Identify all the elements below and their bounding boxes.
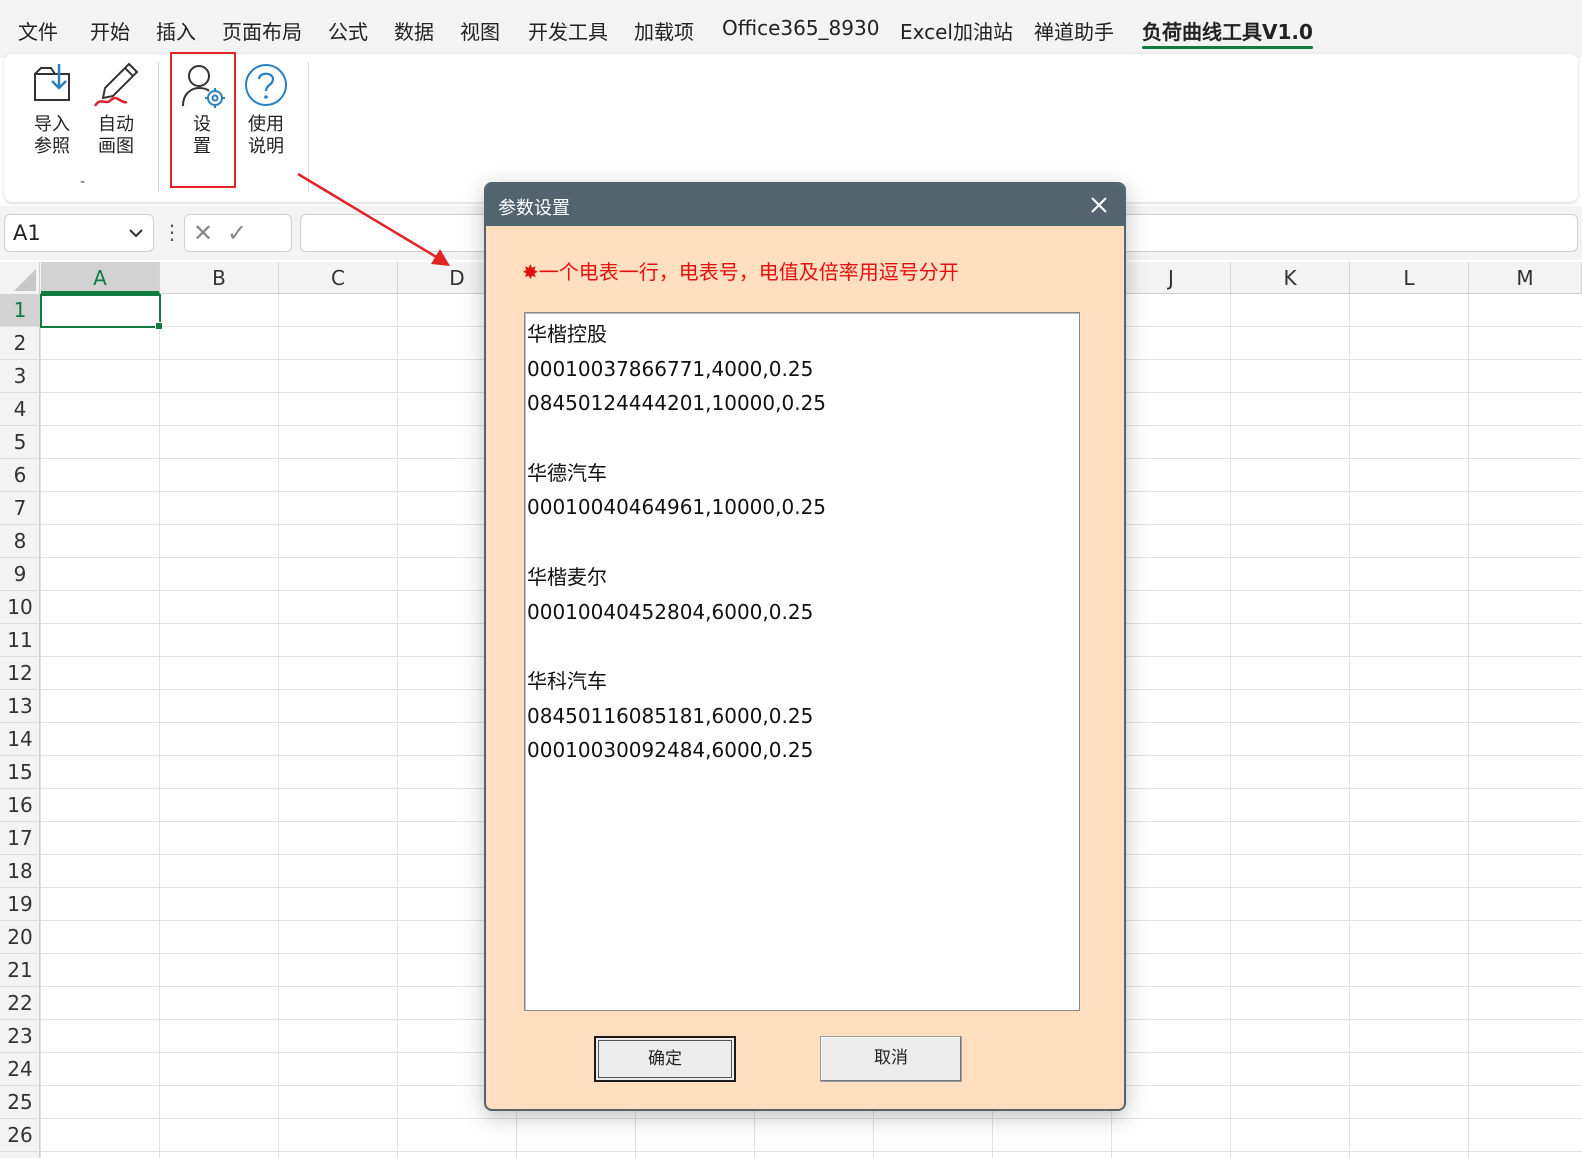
dialog-hint: ✸一个电表一行，电表号，电值及倍率用逗号分开 [522,256,959,285]
import-icon [22,60,82,110]
auto-draw-button[interactable]: 自动 画图 [86,60,146,158]
row-header[interactable]: 15 [0,756,40,789]
text-line [527,421,1077,456]
tab-home[interactable]: 开始 [90,16,130,45]
column-header[interactable]: J [1112,262,1231,294]
column-header[interactable]: M [1469,262,1582,294]
row-header[interactable]: 9 [0,558,40,591]
row-header[interactable]: 26 [0,1119,40,1152]
row-header[interactable]: 1 [0,294,40,327]
chevron-down-icon[interactable] [127,223,145,247]
select-all-corner[interactable] [0,262,40,294]
row-header[interactable]: 4 [0,393,40,426]
tab-file[interactable]: 文件 [18,16,58,45]
row-header[interactable]: 21 [0,954,40,987]
dialog-title-bar[interactable]: 参数设置 [486,184,1124,226]
import-reference-button[interactable]: 导入 参照 [22,60,82,158]
text-line: 08450124444201,10000,0.25 [527,391,827,416]
text-line: 00010037866771,4000,0.25 [527,356,814,381]
tab-formulas[interactable]: 公式 [328,16,368,45]
row-header[interactable]: 5 [0,426,40,459]
menu-bar: 文件 开始 插入 页面布局 公式 数据 视图 开发工具 加载项 Office36… [0,0,1582,58]
row-header[interactable]: 3 [0,360,40,393]
tab-office365[interactable]: Office365_8930 [722,16,879,40]
enter-icon[interactable]: ✓ [227,219,247,247]
help-icon [236,60,296,110]
text-line: 08450116085181,6000,0.25 [527,703,814,728]
row-header[interactable]: 14 [0,723,40,756]
text-line: 00010040464961,10000,0.25 [527,495,827,520]
user-settings-icon [172,60,232,110]
text-line: 华德汽车 [527,460,607,485]
dialog-title: 参数设置 [498,198,570,219]
tab-data[interactable]: 数据 [394,16,434,45]
tab-excel-station[interactable]: Excel加油站 [900,16,1013,45]
row-header[interactable]: 23 [0,1020,40,1053]
tab-insert[interactable]: 插入 [156,16,196,45]
text-line: 00010040452804,6000,0.25 [527,599,814,624]
ok-button[interactable]: 确定 [594,1036,736,1082]
meter-config-textarea[interactable]: 华楷控股 00010037866771,4000,0.25 0845012444… [524,312,1080,1011]
row-header[interactable]: 25 [0,1086,40,1119]
dialog-hint-text: 一个电表一行，电表号，电值及倍率用逗号分开 [538,260,959,284]
column-header[interactable]: L [1350,262,1469,294]
row-header[interactable]: 12 [0,657,40,690]
tab-addins[interactable]: 加载项 [634,16,694,45]
settings-button[interactable]: 设 置 [172,60,232,158]
text-line: 华楷控股 [527,322,607,346]
tab-developer[interactable]: 开发工具 [528,16,608,45]
name-box[interactable]: A1 [4,214,154,252]
active-cell[interactable] [40,294,163,330]
help-label: 使用 说明 [248,114,284,157]
cancel-button[interactable]: 取消 [820,1036,962,1082]
text-line: 00010030092484,6000,0.25 [527,738,814,763]
text-line [527,629,1077,664]
auto-draw-label: 自动 画图 [98,114,134,157]
import-reference-label: 导入 参照 [34,114,70,157]
row-header[interactable]: 16 [0,789,40,822]
row-header[interactable]: 11 [0,624,40,657]
row-header[interactable]: 8 [0,525,40,558]
row-header[interactable]: 6 [0,459,40,492]
group-label: - [80,174,86,190]
settings-label: 设 置 [193,114,211,157]
column-header[interactable]: K [1231,262,1350,294]
cancel-icon[interactable]: ✕ [193,219,213,247]
column-header[interactable]: B [160,262,279,294]
star-icon: ✸ [522,260,539,284]
name-box-value: A1 [13,221,41,245]
row-header[interactable]: 22 [0,987,40,1020]
group-separator [158,62,159,192]
row-header[interactable]: 2 [0,327,40,360]
help-button[interactable]: 使用 说明 [236,60,296,158]
row-header[interactable]: 17 [0,822,40,855]
row-header[interactable]: 24 [0,1053,40,1086]
tab-load-curve-tool[interactable]: 负荷曲线工具V1.0 [1142,16,1313,49]
row-header[interactable]: 19 [0,888,40,921]
row-header[interactable]: 13 [0,690,40,723]
column-header[interactable]: A [41,262,160,294]
text-line: 华科汽车 [527,668,607,693]
row-headers: 1 2 3 4 5 6 7 8 9 10 11 12 13 14 15 16 1… [0,294,40,1158]
row-header[interactable]: 18 [0,855,40,888]
pen-draw-icon [86,60,146,110]
formula-tools: ✕ ✓ fx [184,214,471,252]
row-header[interactable]: 20 [0,921,40,954]
text-line [527,525,1077,560]
ribbon: 导入 参照 自动 画图 - 设 置 使用 说明 [4,52,1578,202]
tab-page-layout[interactable]: 页面布局 [222,16,302,45]
tab-zentao[interactable]: 禅道助手 [1034,16,1114,45]
row-header[interactable]: 10 [0,591,40,624]
column-header[interactable]: C [279,262,398,294]
parameter-settings-dialog: 参数设置 ✸一个电表一行，电表号，电值及倍率用逗号分开 华楷控股 0001003… [484,182,1126,1111]
text-line: 华楷麦尔 [527,564,607,589]
close-icon[interactable] [1088,194,1110,216]
row-header[interactable]: 7 [0,492,40,525]
tab-view[interactable]: 视图 [460,16,500,45]
more-options-icon[interactable]: ⋮ [162,220,182,244]
group-separator [308,62,309,192]
